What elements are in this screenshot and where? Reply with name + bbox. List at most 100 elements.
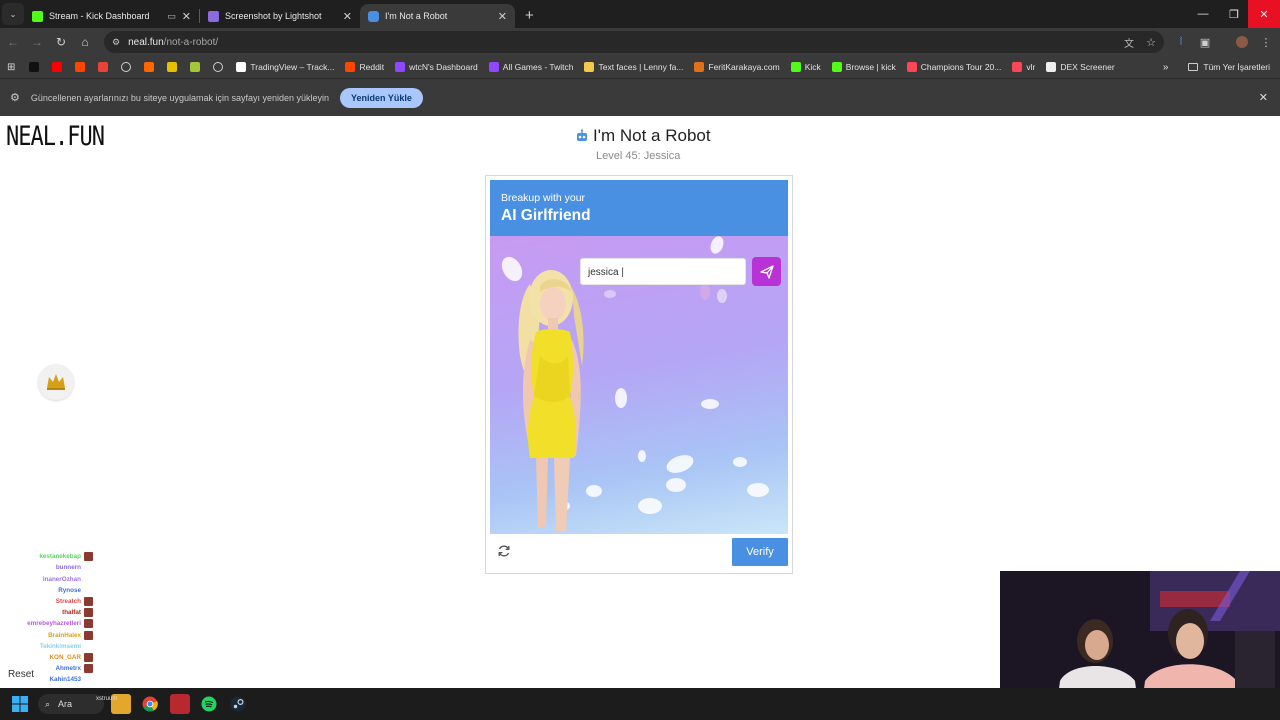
x-icon [29, 62, 40, 72]
chrome-icon[interactable] [140, 694, 160, 714]
chat-username: bunnern [55, 564, 81, 572]
valorant-icon [906, 62, 917, 72]
reload-icon[interactable]: ↻ [49, 35, 73, 49]
close-window-button[interactable]: ✕ [1248, 0, 1280, 28]
site-logo[interactable]: NEAL.FUN [6, 122, 105, 152]
bookmark-shortcut[interactable] [190, 62, 204, 72]
avatar[interactable] [1232, 32, 1252, 52]
forward-icon[interactable]: → [25, 35, 49, 49]
bookmark-item[interactable]: Browse | kick [831, 62, 896, 72]
all-bookmarks-link[interactable]: Tüm Yer İşaretleri [1203, 62, 1270, 72]
vlr-icon [1012, 62, 1023, 72]
chat-message: Rynose [0, 585, 190, 596]
close-icon[interactable]: ✕ [498, 10, 507, 23]
minimize-button[interactable]: — [1187, 0, 1219, 28]
send-button[interactable] [752, 257, 781, 286]
mute-icon[interactable]: ▭ [167, 11, 176, 22]
dex-icon [1046, 62, 1057, 72]
home-icon[interactable]: ⌂ [73, 35, 97, 49]
bookmark-label: Kick [804, 62, 821, 72]
refresh-icon[interactable] [497, 544, 511, 558]
bookmark-item[interactable]: wtcN's Dashboard [395, 62, 478, 72]
captcha-instruction: Breakup with your [501, 192, 586, 204]
steam-icon[interactable] [228, 694, 248, 714]
chat-username: Rynose [58, 586, 81, 594]
extension-icon[interactable]: ⦚ [1171, 32, 1191, 52]
tab-search-button[interactable]: ⌄ [2, 3, 24, 25]
bookmark-shortcut[interactable] [75, 62, 89, 72]
captcha-widget: Breakup with your AI Girlfriend jessica … [485, 175, 793, 574]
translate-icon[interactable]: ⽂ [1124, 35, 1134, 50]
android-icon [190, 62, 201, 72]
new-tab-button[interactable]: + [525, 7, 534, 24]
menu-kebab-icon[interactable]: ⋮ [1256, 32, 1276, 52]
chat-emote [84, 608, 93, 618]
bookmarks-bar: ⊞ TradingView – Track... Reddit wtcN's Das… [0, 56, 1280, 78]
globe-icon [213, 62, 224, 72]
apps-grid-icon[interactable]: ⊞ [7, 62, 15, 73]
bookmark-shortcut[interactable] [121, 62, 135, 72]
page-title: I'm Not a Robot [575, 126, 711, 146]
site-info-icon[interactable]: ⚙ [112, 37, 120, 48]
close-infobar-icon[interactable]: ✕ [1259, 91, 1268, 104]
bookmark-item[interactable]: TradingView – Track... [236, 62, 334, 72]
taskbar-search[interactable]: ⌕ Ara [38, 694, 104, 714]
bookmark-item[interactable]: Champions Tour 20... [906, 62, 1001, 72]
tab-not-a-robot[interactable]: I'm Not a Robot ✕ [360, 4, 515, 28]
close-icon[interactable]: ✕ [343, 10, 352, 23]
y-icon [144, 62, 155, 72]
tab-kick-dashboard[interactable]: Stream - Kick Dashboard ▭ ✕ [24, 4, 199, 28]
reset-button[interactable]: Reset [2, 664, 40, 684]
chat-emote [84, 652, 93, 662]
bookmark-item[interactable]: vlr [1012, 62, 1035, 72]
chat-emote [84, 619, 93, 629]
reddit-icon [345, 62, 356, 72]
verify-button[interactable]: Verify [732, 538, 788, 566]
bookmark-star-icon[interactable]: ☆ [1146, 36, 1156, 49]
chat-emote [84, 552, 93, 562]
toolbar: ← → ↻ ⌂ ⚙ neal.fun/not-a-robot/ ⽂ ☆ ⦚ ▣ … [0, 28, 1280, 56]
crown-icon [47, 374, 65, 390]
bookmark-item[interactable]: All Games - Twitch [488, 62, 574, 72]
bookmark-shortcut[interactable] [29, 62, 43, 72]
bookmark-label: vlr [1026, 62, 1036, 72]
message-input[interactable]: jessica | [580, 258, 746, 285]
spotify-icon[interactable] [199, 694, 219, 714]
chat-emote [84, 630, 93, 640]
back-icon[interactable]: ← [1, 35, 25, 49]
bookmark-label: All Games - Twitch [502, 62, 574, 72]
tab-title: Screenshot by Lightshot [225, 11, 322, 21]
bookmark-shortcut[interactable] [213, 62, 227, 72]
bookmark-item[interactable]: Reddit [345, 62, 384, 72]
bookmark-shortcut[interactable] [167, 62, 181, 72]
obs-icon[interactable] [170, 694, 190, 714]
chat-username: KON_GAR [49, 653, 82, 661]
level-subtitle: Level 45: Jessica [596, 150, 681, 162]
bookmark-shortcut[interactable] [98, 62, 112, 72]
bookmark-shortcut[interactable] [144, 62, 158, 72]
chat-message [0, 540, 190, 551]
ai-girlfriend-scene: jessica | [490, 236, 788, 534]
bookmark-item[interactable]: Kick [790, 62, 821, 72]
restore-button[interactable]: ❐ [1218, 0, 1250, 28]
bookmark-item[interactable]: Text faces | Lenny fa... [584, 62, 683, 72]
title-text: I'm Not a Robot [593, 126, 711, 145]
close-icon[interactable]: ✕ [182, 10, 191, 23]
url-host: neal.fun [128, 36, 164, 48]
bookmark-label: Text faces | Lenny fa... [598, 62, 684, 72]
reddit-icon [75, 62, 86, 72]
globe-icon [121, 62, 132, 72]
extensions-puzzle-icon[interactable]: ▣ [1195, 32, 1215, 52]
address-bar[interactable]: ⚙ neal.fun/not-a-robot/ ⽂ ☆ [104, 31, 1164, 53]
chat-message: InanerOzhan [0, 574, 190, 585]
robot-icon [577, 129, 587, 141]
gmail-icon [98, 62, 109, 72]
feather-icon [208, 10, 219, 22]
bookmark-item[interactable]: FeritKarakaya.com [694, 62, 780, 72]
more-bookmarks-icon[interactable]: » [1163, 62, 1169, 73]
windows-start-icon[interactable] [10, 694, 30, 714]
reload-page-button[interactable]: Yeniden Yükle [340, 87, 423, 108]
tab-lightshot[interactable]: Screenshot by Lightshot ✕ [200, 4, 360, 28]
bookmark-shortcut[interactable] [52, 62, 66, 72]
bookmark-item[interactable]: DEX Screener [1046, 62, 1115, 72]
